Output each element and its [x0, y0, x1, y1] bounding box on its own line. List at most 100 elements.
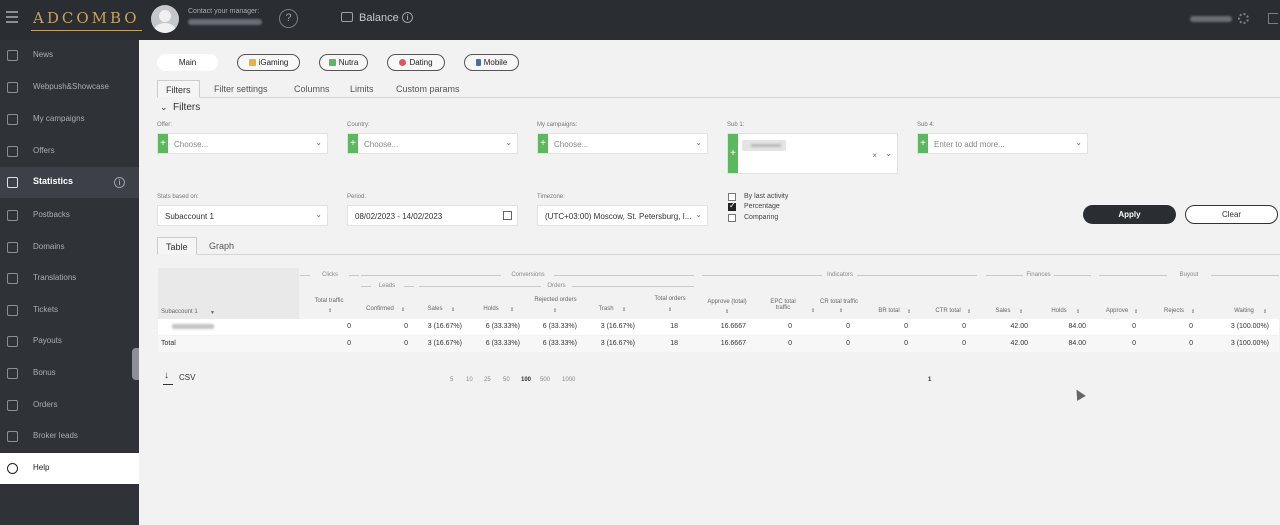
sort-icon[interactable]: ⇕ — [401, 307, 405, 313]
page-size-5[interactable]: 5 — [450, 377, 453, 383]
tab-nutra[interactable]: Nutra — [319, 54, 368, 71]
sort-desc-icon[interactable]: ▼ — [210, 310, 215, 316]
col-confirmed[interactable]: Confirmed — [359, 306, 401, 312]
sort-icon[interactable]: ⇕ — [967, 309, 971, 315]
page-size-100[interactable]: 100 — [521, 377, 531, 383]
tab-dating[interactable]: Dating — [387, 54, 445, 71]
tab-mobile[interactable]: Mobile — [464, 54, 519, 71]
page-size-50[interactable]: 50 — [503, 377, 510, 383]
col-holds[interactable]: Holds — [475, 306, 507, 312]
sort-icon[interactable]: ⇕ — [510, 307, 514, 313]
comparing-checkbox[interactable] — [728, 214, 736, 222]
sidebar-item-webpush[interactable]: Webpush&Showcase — [0, 72, 139, 103]
help-icon[interactable]: ? — [279, 9, 298, 28]
sort-icon[interactable]: ⇕ — [668, 307, 672, 313]
col-ctr-total[interactable]: CTR total — [929, 308, 967, 314]
sub1-chip-redacted[interactable] — [742, 140, 786, 151]
col-br-total[interactable]: BR total — [872, 308, 906, 314]
plus-icon[interactable]: + — [918, 134, 928, 153]
sort-icon[interactable]: ⇕ — [451, 307, 455, 313]
col-rejects[interactable]: Rejects — [1159, 308, 1189, 314]
col-cr-total-traffic[interactable]: CR total traffic — [815, 299, 863, 305]
plus-icon[interactable]: + — [348, 134, 358, 153]
sidebar-item-bonus[interactable]: Bonus — [0, 358, 139, 389]
stats-based-on-select[interactable]: Subaccount 1 ⌄ — [157, 205, 328, 226]
sidebar-item-translations[interactable]: Translations — [0, 263, 139, 294]
sidebar-item-broker-leads[interactable]: Broker leads — [0, 421, 139, 452]
clear-button[interactable]: Clear — [1185, 205, 1278, 224]
sidebar-collapse-handle[interactable] — [132, 348, 139, 380]
col-sales[interactable]: Sales — [419, 306, 451, 312]
sub4-input[interactable]: + Enter to add more... ⌄ — [917, 133, 1088, 154]
plus-icon[interactable]: + — [728, 134, 738, 173]
download-icon[interactable] — [163, 370, 173, 385]
statistics-info-icon[interactable]: i — [114, 177, 125, 188]
campaigns-select[interactable]: + Choose... ⌄ — [537, 133, 708, 154]
col-fin-sales[interactable]: Sales — [990, 308, 1016, 314]
sidebar-item-tickets[interactable]: Tickets — [0, 295, 139, 326]
offer-select[interactable]: + Choose... ⌄ — [157, 133, 328, 154]
sort-icon[interactable]: ⇕ — [907, 309, 911, 315]
col-epc-total-traffic[interactable]: EPC total traffic — [763, 299, 803, 311]
sort-icon[interactable]: ⇕ — [328, 308, 332, 314]
gear-icon[interactable] — [1238, 13, 1249, 24]
period-input[interactable]: 08/02/2023 - 14/02/2023 — [347, 205, 518, 226]
apply-button[interactable]: Apply — [1083, 205, 1176, 224]
csv-export-button[interactable]: CSV — [179, 373, 195, 382]
country-select[interactable]: + Choose... ⌄ — [347, 133, 518, 154]
sidebar-item-domains[interactable]: Domains — [0, 232, 139, 263]
sort-icon[interactable]: ⇕ — [839, 308, 843, 314]
col-total-orders[interactable]: Total orders — [646, 296, 694, 302]
logo[interactable]: ADCOMBO — [31, 9, 142, 31]
col-trash[interactable]: Trash — [591, 306, 621, 312]
calendar-icon[interactable] — [503, 211, 512, 220]
clear-icon[interactable]: × — [872, 151, 877, 160]
balance-label[interactable]: Balance — [359, 12, 399, 24]
sort-icon[interactable]: ⇕ — [811, 308, 815, 314]
tab-filters[interactable]: Filters — [157, 80, 200, 98]
sidebar-item-orders[interactable]: Orders — [0, 390, 139, 421]
tab-filter-settings[interactable]: Filter settings — [214, 80, 268, 98]
timezone-select[interactable]: (UTC+03:00) Moscow, St. Petersburg, I...… — [537, 205, 708, 226]
tab-table[interactable]: Table — [157, 237, 197, 255]
menu-icon[interactable] — [6, 11, 18, 23]
page-size-1000[interactable]: 1000 — [562, 377, 575, 383]
sidebar-item-statistics[interactable]: Statistics i — [0, 167, 139, 198]
col-approve[interactable]: Approve — [1100, 308, 1134, 314]
tab-main[interactable]: Main — [157, 54, 218, 71]
sort-icon[interactable]: ⇕ — [1134, 309, 1138, 315]
sidebar-item-postbacks[interactable]: Postbacks — [0, 200, 139, 231]
sort-icon[interactable]: ⇕ — [725, 309, 729, 315]
page-size-25[interactable]: 25 — [484, 377, 491, 383]
sub1-select[interactable]: + × ⌄ — [727, 133, 898, 174]
by-last-activity-checkbox[interactable] — [728, 193, 736, 201]
page-number[interactable]: 1 — [928, 377, 931, 383]
sidebar-item-help[interactable]: Help — [0, 453, 139, 484]
sort-icon[interactable]: ⇕ — [622, 307, 626, 313]
balance-info-icon[interactable]: i — [402, 12, 413, 23]
sort-icon[interactable]: ⇕ — [1019, 309, 1023, 315]
page-size-10[interactable]: 10 — [466, 377, 473, 383]
sidebar-item-payouts[interactable]: Payouts — [0, 326, 139, 357]
sort-icon[interactable]: ⇕ — [1263, 309, 1267, 315]
sidebar-item-news[interactable]: News — [0, 40, 139, 71]
percentage-checkbox[interactable] — [728, 201, 736, 211]
sort-icon[interactable]: ⇕ — [1076, 309, 1080, 315]
sidebar-item-campaigns[interactable]: My campaigns — [0, 104, 139, 135]
col-fin-holds[interactable]: Holds — [1046, 308, 1072, 314]
plus-icon[interactable]: + — [158, 134, 168, 153]
tab-custom-params[interactable]: Custom params — [396, 80, 460, 98]
tab-limits[interactable]: Limits — [350, 80, 374, 98]
sort-icon[interactable]: ⇕ — [1191, 309, 1195, 315]
sort-icon[interactable]: ⇕ — [553, 308, 557, 314]
tab-igaming[interactable]: iGaming — [237, 54, 300, 71]
tab-graph[interactable]: Graph — [209, 237, 234, 255]
chevron-down-icon[interactable]: ⌄ — [160, 102, 168, 113]
filters-section-title[interactable]: Filters — [173, 102, 200, 113]
page-size-500[interactable]: 500 — [540, 377, 550, 383]
col-rejected-orders[interactable]: Rejected orders — [527, 297, 584, 303]
sidebar-item-offers[interactable]: Offers — [0, 136, 139, 167]
plus-icon[interactable]: + — [538, 134, 548, 153]
col-waiting[interactable]: Waiting — [1229, 308, 1259, 314]
col-approve-total[interactable]: Approve (total) — [699, 299, 755, 305]
